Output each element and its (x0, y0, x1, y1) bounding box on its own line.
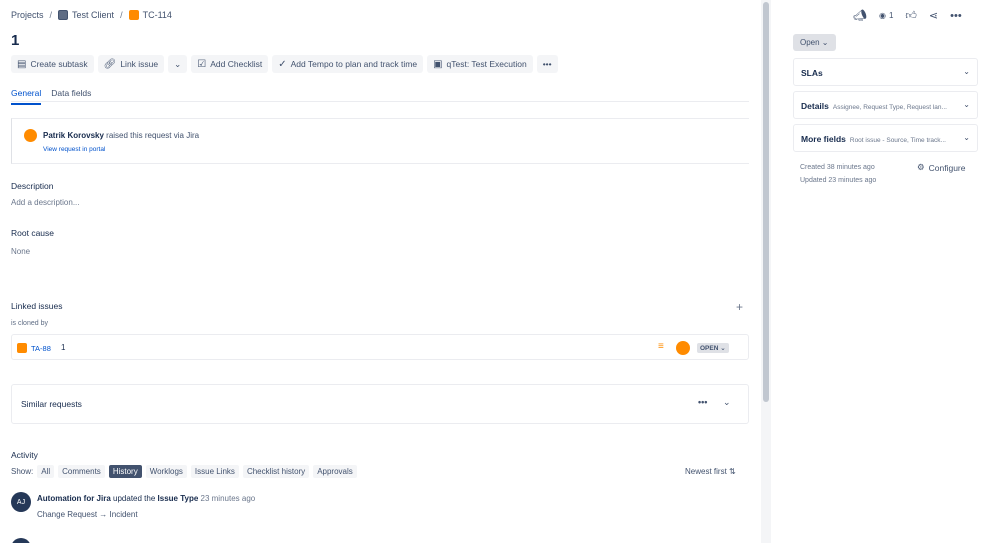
description-label: Description (11, 181, 54, 191)
show-label: Show: (11, 467, 34, 476)
breadcrumb-separator: / (49, 10, 53, 20)
filter-history[interactable]: History (108, 465, 142, 478)
filter-worklogs[interactable]: Worklogs (145, 465, 187, 478)
chevron-down-icon: ⌄ (819, 38, 829, 47)
sort-toggle[interactable]: Newest first ⇅ (685, 467, 736, 476)
actor-name[interactable]: Automation for Jira (37, 494, 111, 503)
issue-actions: 📣︎ ◉ 1 👍︎ ⋖ ••• (853, 9, 962, 23)
actor-avatar: AJ (11, 492, 31, 512)
similar-requests-label: Similar requests (21, 399, 82, 409)
main-scrollbar[interactable] (761, 0, 771, 543)
watch-button[interactable]: ◉ 1 (879, 11, 893, 20)
similar-requests-panel: Similar requests ••• ⌄ (11, 384, 749, 424)
issue-main-panel: Projects / Test Client / TC-114 1 ▤ Crea… (0, 0, 760, 543)
tab-divider (11, 101, 749, 102)
assignee-avatar (676, 341, 690, 355)
add-linked-issue-button[interactable]: + (736, 300, 743, 314)
updated-time: Updated 23 minutes ago (800, 177, 877, 184)
breadcrumb-issue[interactable]: TC-114 (128, 10, 172, 20)
add-tempo-button[interactable]: ✓ Add Tempo to plan and track time (272, 55, 424, 73)
scrollbar-thumb[interactable] (763, 2, 769, 402)
breadcrumb: Projects / Test Client / TC-114 (11, 10, 172, 20)
activity-label: Activity (11, 450, 38, 460)
more-fields-panel[interactable]: More fields Root issue - Source, Time tra… (793, 124, 978, 152)
gear-icon: ⚙ (917, 162, 925, 172)
thumbs-up-icon[interactable]: 👍︎ (905, 9, 917, 22)
history-change: Change Request → Incident (37, 510, 138, 519)
configure-button[interactable]: ⚙ Configure (917, 162, 965, 173)
linked-issue-row[interactable]: TA-88 1 ≡ OPEN ⌄ (11, 334, 749, 360)
history-time: 23 minutes ago (200, 494, 256, 503)
more-icon: ••• (542, 59, 552, 69)
request-raised-text: Patrik Korovsky raised this request via … (43, 131, 200, 140)
share-icon[interactable]: ⋖ (929, 9, 938, 22)
actor-avatar (11, 538, 31, 543)
issue-type-icon (128, 10, 139, 20)
request-info: Patrik Korovsky raised this request via … (11, 118, 749, 164)
filter-checklist-history[interactable]: Checklist history (242, 465, 310, 478)
root-cause-label: Root cause (11, 228, 54, 238)
tab-general[interactable]: General (11, 88, 42, 105)
issue-title[interactable]: 1 (11, 32, 19, 49)
more-icon[interactable]: ••• (698, 397, 707, 407)
filter-approvals[interactable]: Approvals (313, 465, 357, 478)
more-actions-button[interactable]: ••• (536, 55, 558, 73)
chevron-down-icon[interactable]: ⌄ (723, 397, 731, 408)
panel-title: SLAs (801, 68, 823, 78)
breadcrumb-project[interactable]: Test Client (58, 10, 114, 20)
linked-issue-status[interactable]: OPEN ⌄ (697, 343, 729, 353)
more-icon[interactable]: ••• (950, 10, 962, 22)
link-relation-label: is cloned by (11, 320, 48, 327)
panel-title: Details Assignee, Request Type, Request l… (801, 101, 947, 111)
sla-panel[interactable]: SLAs ⌄ (793, 58, 978, 86)
filter-comments[interactable]: Comments (58, 465, 105, 478)
filter-all[interactable]: All (37, 465, 55, 478)
issue-sidebar: 📣︎ ◉ 1 👍︎ ⋖ ••• Open ⌄ SLAs ⌄ Details Ass… (775, 0, 998, 543)
check-circle-icon: ✓ (278, 58, 287, 70)
issue-view: Projects / Test Client / TC-114 1 ▤ Crea… (0, 0, 998, 543)
panel-title: More fields Root issue - Source, Time tra… (801, 134, 946, 144)
filter-issue-links[interactable]: Issue Links (190, 465, 239, 478)
chevron-down-icon: ⌄ (963, 67, 970, 76)
history-entry-header: Automation for Jira updated the Issue Ty… (37, 494, 256, 503)
checkbox-icon: ☑ (197, 58, 207, 70)
linked-issue-summary: 1 (61, 343, 66, 352)
create-subtask-button[interactable]: ▤ Create subtask (11, 55, 94, 73)
breadcrumb-separator: / (120, 10, 123, 20)
details-panel[interactable]: Details Assignee, Request Type, Request l… (793, 91, 978, 119)
linked-issues-label: Linked issues (11, 301, 63, 311)
sort-icon: ⇅ (729, 467, 736, 476)
description-field[interactable]: Add a description... (11, 198, 79, 207)
issue-type-icon (17, 343, 27, 353)
breadcrumb-projects[interactable]: Projects (11, 10, 44, 20)
chevron-down-icon: ⌄ (963, 133, 970, 142)
issue-toolbar: ▤ Create subtask 🔗︎ Link issue ⌄ ☑ Add C… (11, 55, 558, 73)
add-checklist-button[interactable]: ☑ Add Checklist (191, 55, 269, 73)
eye-icon: ◉ (878, 11, 886, 20)
created-time: Created 38 minutes ago (800, 164, 875, 171)
chevron-down-icon: ⌄ (174, 58, 182, 69)
chevron-down-icon: ⌄ (963, 100, 970, 109)
root-cause-value[interactable]: None (11, 247, 30, 256)
issue-tabs: General Data fields (11, 88, 91, 105)
link-icon: 🔗︎ (103, 58, 117, 70)
activity-filter-bar: Show: All Comments History Worklogs Issu… (11, 465, 357, 478)
qtest-icon: ▣ (433, 58, 443, 70)
view-request-link[interactable]: View request in portal (43, 146, 105, 153)
feedback-icon[interactable]: 📣︎ (853, 9, 867, 22)
changed-field: Issue Type (157, 494, 199, 503)
linked-issue-key[interactable]: TA-88 (31, 344, 51, 353)
priority-medium-icon: ≡ (658, 341, 664, 352)
project-icon (58, 10, 69, 20)
link-issue-button[interactable]: 🔗︎ Link issue (97, 55, 165, 73)
arrow-right-icon: → (99, 510, 110, 519)
status-button[interactable]: Open ⌄ (793, 34, 836, 51)
link-issue-dropdown[interactable]: ⌄ (168, 55, 188, 73)
reporter-avatar (24, 129, 37, 142)
subtask-icon: ▤ (17, 58, 27, 70)
tab-data-fields[interactable]: Data fields (51, 88, 91, 105)
qtest-button[interactable]: ▣ qTest: Test Execution (427, 55, 533, 73)
reporter-name[interactable]: Patrik Korovsky (43, 131, 104, 140)
